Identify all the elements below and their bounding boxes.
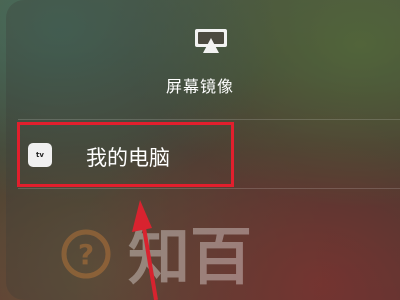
appletv-icon: tv [28,143,52,167]
airplay-icon [195,29,227,53]
watermark-logo: ? 知百 [61,220,252,293]
watermark-text: 知百 [128,220,252,293]
device-row-my-computer[interactable]: tv 我的电脑 [18,122,400,186]
list-divider [18,188,400,189]
screen-mirroring-title: 屏幕镜像 [165,77,234,96]
appletv-icon-text: tv [36,151,44,159]
device-label: 我的电脑 [86,146,170,170]
list-divider [18,119,400,120]
screen-mirroring-screen: 屏幕镜像 tv 我的电脑 ? 知百 [0,0,400,300]
watermark-glyph: ? [78,238,94,271]
